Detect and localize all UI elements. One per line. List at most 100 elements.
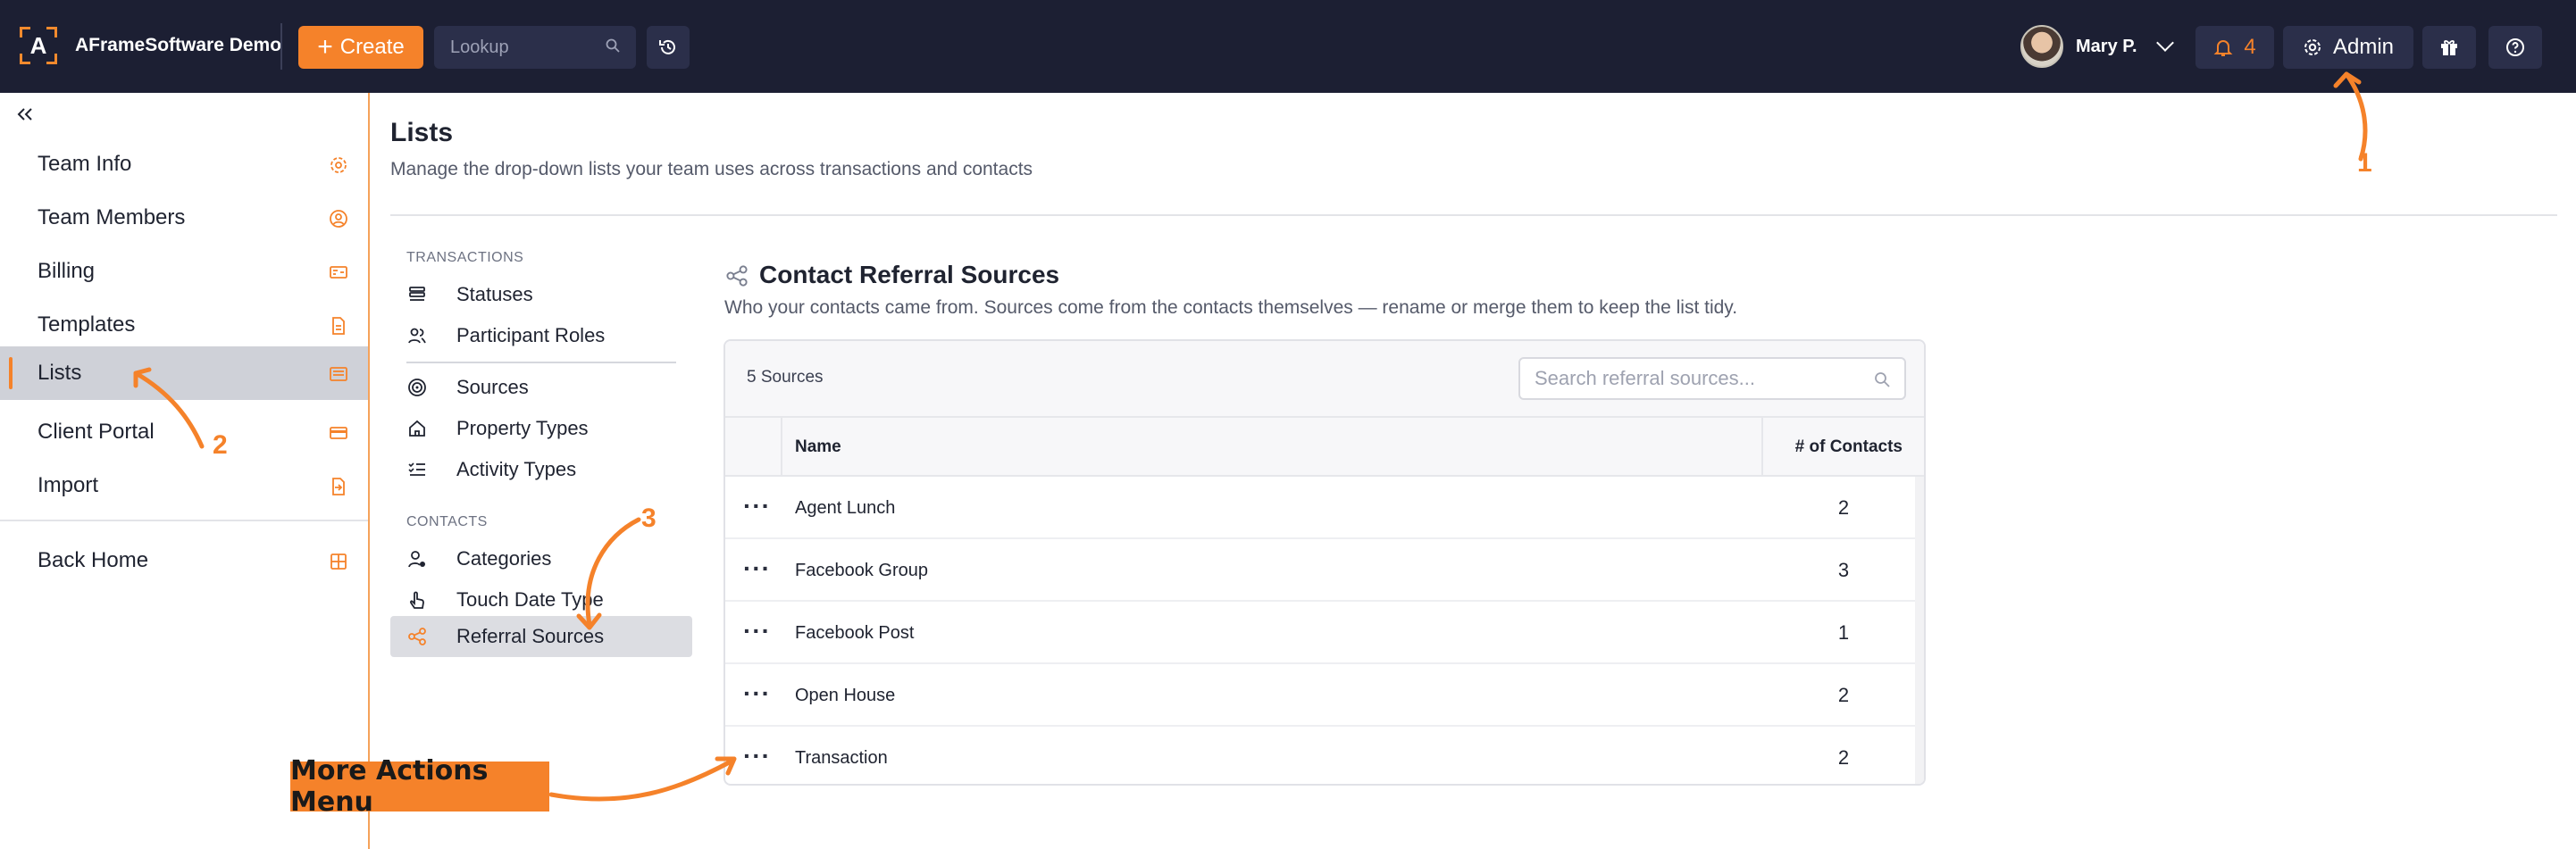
subnav-item-referral-sources[interactable]: Referral Sources [390, 616, 692, 657]
subnav-item-participant-roles[interactable]: Participant Roles [390, 315, 692, 356]
create-button-label: Create [339, 35, 405, 59]
search-placeholder: Search referral sources... [1535, 367, 1755, 389]
topbar-divider [280, 23, 282, 70]
more-actions-icon[interactable]: ··· [743, 744, 770, 769]
recent-history-button[interactable] [647, 26, 690, 69]
gift-button[interactable] [2422, 26, 2476, 69]
share-icon [408, 628, 426, 645]
annotation-marker-3: 3 [641, 504, 657, 533]
section-description: Who your contacts came from. Sources com… [724, 297, 1738, 318]
billing-icon [330, 266, 347, 279]
import-icon [332, 478, 345, 495]
column-header-name[interactable]: Name [795, 437, 841, 457]
subnav-item-property-types[interactable]: Property Types [390, 408, 692, 449]
history-icon [659, 39, 675, 54]
subnav-item-sources[interactable]: Sources [390, 367, 692, 408]
lookup-input[interactable]: Lookup [434, 26, 636, 69]
sidebar-divider [0, 520, 368, 521]
source-name: Transaction [795, 748, 888, 768]
help-button[interactable] [2488, 26, 2542, 69]
page-subtitle: Manage the drop-down lists your team use… [390, 159, 1033, 179]
subnav-item-activity-types[interactable]: Activity Types [390, 449, 692, 490]
subnav-item-statuses[interactable]: Statuses [390, 274, 692, 315]
avatar [2020, 25, 2063, 68]
plus-icon: + [317, 32, 333, 62]
logo-letter: A [29, 31, 47, 59]
sidebar-item-import[interactable]: Import [0, 459, 368, 512]
subnav-heading-transactions: TRANSACTIONS [406, 250, 524, 265]
more-actions-icon[interactable]: ··· [743, 681, 770, 706]
notifications-button[interactable]: 4 [2195, 26, 2274, 69]
admin-button[interactable]: Admin [2283, 26, 2413, 69]
brand-name: AFrameSoftware Demo [75, 35, 282, 55]
column-divider [781, 418, 782, 477]
sidebar-item-templates[interactable]: Templates [0, 298, 368, 352]
gear-icon [2304, 39, 2321, 55]
search-icon [606, 38, 620, 53]
user-menu[interactable]: Mary P. [2020, 25, 2174, 68]
user-tag-icon [408, 551, 425, 568]
notifications-count: 4 [2244, 35, 2256, 59]
table-row[interactable]: ··· Agent Lunch 2 [725, 477, 1917, 539]
source-name: Agent Lunch [795, 498, 896, 518]
sidebar-item-client-portal[interactable]: Client Portal [0, 405, 368, 459]
column-divider [1761, 418, 1763, 477]
table-row[interactable]: ··· Facebook Group 3 [725, 539, 1917, 602]
table-toolbar: 5 Sources Search referral sources... [725, 341, 1924, 418]
admin-button-label: Admin [2332, 35, 2395, 59]
contacts-count: 2 [1837, 746, 1850, 769]
annotation-marker-2: 2 [213, 430, 228, 460]
sidebar-item-label: Team Members [38, 205, 186, 229]
sidebar-item-billing[interactable]: Billing [0, 245, 368, 298]
home-icon [409, 420, 425, 437]
document-icon [332, 317, 345, 335]
scrollbar[interactable] [1915, 477, 1924, 784]
subnav-item-label: Categories [456, 547, 552, 570]
column-header-contacts[interactable]: # of Contacts [1795, 437, 1903, 457]
grid-icon [330, 554, 347, 570]
contacts-count: 2 [1837, 496, 1850, 519]
source-name: Facebook Group [795, 561, 928, 580]
subnav-item-label: Statuses [456, 283, 533, 305]
aframe-logo-icon: A [18, 25, 59, 66]
table-row[interactable]: ··· Transaction 2 [725, 727, 1917, 784]
header-divider [390, 214, 2557, 216]
sidebar-item-lists[interactable]: Lists [0, 346, 368, 400]
more-actions-icon[interactable]: ··· [743, 494, 770, 519]
search-input[interactable]: Search referral sources... [1518, 357, 1906, 400]
subnav-item-label: Participant Roles [456, 324, 606, 346]
hand-pointer-icon [409, 591, 424, 609]
sidebar-item-label: Team Info [38, 152, 132, 176]
sources-count: 5 Sources [747, 368, 824, 387]
collapse-sidebar-icon[interactable] [13, 102, 38, 127]
subnav-item-categories[interactable]: Categories [390, 538, 692, 579]
source-name: Facebook Post [795, 623, 915, 643]
subnav-item-label: Activity Types [456, 458, 577, 480]
users-icon [408, 328, 426, 344]
more-actions-icon[interactable]: ··· [743, 556, 770, 581]
subnav-item-label: Property Types [456, 417, 589, 439]
table-row[interactable]: ··· Open House 2 [725, 664, 1917, 727]
create-button[interactable]: + Create [298, 26, 423, 69]
bell-icon [2213, 40, 2233, 56]
sidebar-item-team-members[interactable]: Team Members [0, 191, 368, 245]
top-navigation-bar: A AFrameSoftware Demo + Create Lookup Ma… [0, 0, 2576, 93]
sidebar-item-back-home[interactable]: Back Home [0, 534, 368, 587]
gear-icon [330, 157, 347, 173]
section-title: Contact Referral Sources [759, 261, 1060, 288]
table-row[interactable]: ··· Facebook Post 1 [725, 602, 1917, 664]
source-name: Open House [795, 686, 896, 705]
subnav-item-label: Sources [456, 376, 529, 398]
subnav-heading-contacts: CONTACTS [406, 514, 488, 529]
lookup-placeholder: Lookup [450, 37, 509, 57]
sidebar-item-label: Templates [38, 312, 136, 337]
more-actions-icon[interactable]: ··· [743, 619, 770, 644]
card-icon [330, 427, 347, 439]
subnav-item-touch-date-type[interactable]: Touch Date Type [390, 579, 692, 620]
sidebar-item-team-info[interactable]: Team Info [0, 137, 368, 191]
user-name: Mary P. [2076, 36, 2137, 56]
share-icon [726, 265, 748, 287]
referral-sources-table: 5 Sources Search referral sources... Nam… [723, 339, 1926, 786]
sidebar-item-label: Billing [38, 259, 96, 283]
brand[interactable]: A AFrameSoftware Demo [18, 25, 281, 66]
